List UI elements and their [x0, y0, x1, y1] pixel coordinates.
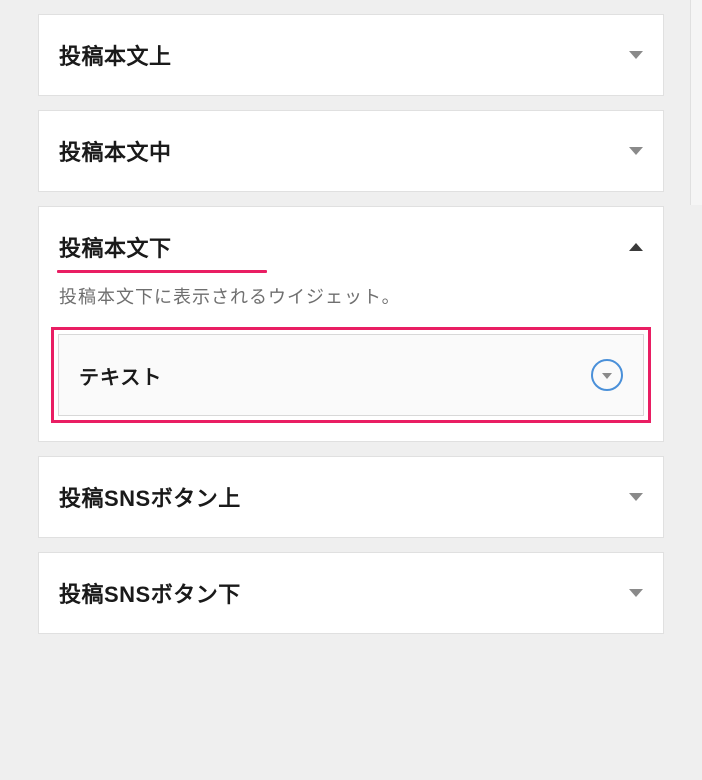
chevron-down-icon — [629, 493, 643, 501]
chevron-down-icon — [629, 589, 643, 597]
panel-title: 投稿本文中 — [59, 135, 172, 167]
widget-area-panel: 投稿SNSボタン上 — [38, 456, 664, 538]
panel-header-post-body-top[interactable]: 投稿本文上 — [39, 15, 663, 95]
panel-header-post-body-bottom[interactable]: 投稿本文下 — [39, 207, 663, 273]
scrollbar-track[interactable] — [690, 0, 702, 205]
widget-header-text[interactable]: テキスト — [58, 334, 644, 416]
widget-item-highlighted: テキスト — [51, 327, 651, 423]
panel-title: 投稿SNSボタン下 — [59, 577, 241, 609]
chevron-down-icon — [629, 51, 643, 59]
chevron-down-icon — [602, 373, 612, 379]
widget-area-panel-expanded: 投稿本文下 投稿本文下に表示されるウイジェット。 テキスト — [38, 206, 664, 442]
widget-title: テキスト — [79, 361, 162, 390]
panel-header-post-sns-bottom[interactable]: 投稿SNSボタン下 — [39, 553, 663, 633]
widget-area-panel: 投稿本文上 — [38, 14, 664, 96]
panel-title: 投稿SNSボタン上 — [59, 481, 241, 513]
panel-description: 投稿本文下に表示されるウイジェット。 — [39, 273, 663, 327]
widget-area-panel: 投稿本文中 — [38, 110, 664, 192]
chevron-down-icon — [629, 147, 643, 155]
panel-title: 投稿本文上 — [59, 39, 172, 71]
chevron-up-icon — [629, 243, 643, 251]
panel-title: 投稿本文下 — [59, 231, 172, 263]
panel-header-post-body-middle[interactable]: 投稿本文中 — [39, 111, 663, 191]
widget-area-panel: 投稿SNSボタン下 — [38, 552, 664, 634]
expand-circle-icon[interactable] — [591, 359, 623, 391]
panel-header-post-sns-top[interactable]: 投稿SNSボタン上 — [39, 457, 663, 537]
